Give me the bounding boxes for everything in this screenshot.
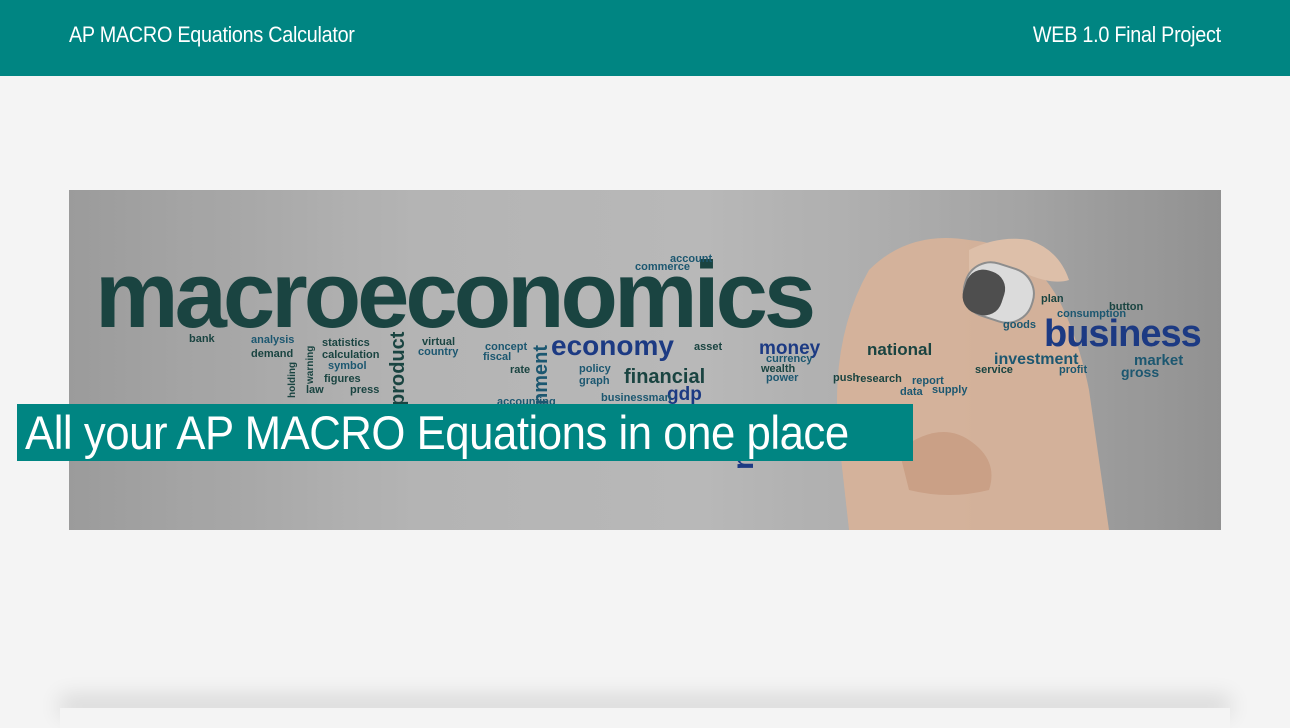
tagline-banner: All your AP MACRO Equations in one place (17, 404, 913, 461)
final-project-link[interactable]: WEB 1.0 Final Project (1033, 22, 1221, 48)
image-darken-overlay (69, 190, 1221, 530)
hero-banner-image: macroeconomics business economy financia… (69, 190, 1221, 530)
hero-tagline: All your AP MACRO Equations in one place (25, 406, 849, 459)
top-navbar: AP MACRO Equations Calculator WEB 1.0 Fi… (0, 0, 1290, 76)
content-card-top-edge (60, 708, 1230, 728)
brand-link[interactable]: AP MACRO Equations Calculator (69, 22, 355, 48)
macroeconomics-word-cloud: macroeconomics business economy financia… (69, 190, 1221, 530)
